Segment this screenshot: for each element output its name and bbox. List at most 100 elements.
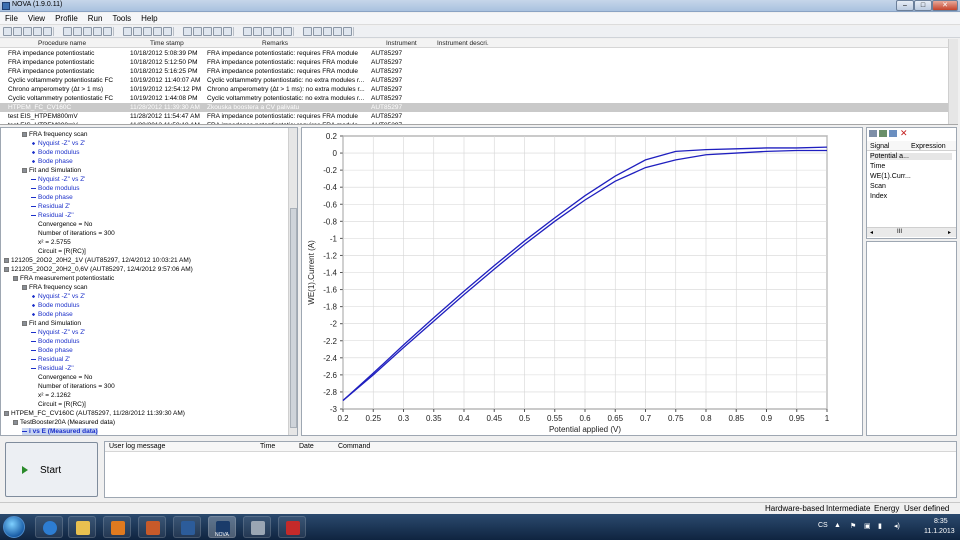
tree-item[interactable]: FRA measurement potentiostatic	[13, 275, 114, 283]
windows-start-orb[interactable]	[3, 516, 25, 538]
taskbar-explorer[interactable]	[68, 516, 96, 538]
col-instrument-description[interactable]: Instrument descri.	[437, 40, 489, 47]
taskbar-media-player[interactable]	[103, 516, 131, 538]
toolbar-button[interactable]	[253, 27, 262, 36]
table-row[interactable]: HTPEM_FC_CV160C 11/28/2012 11:39:30 AM Zko…	[0, 103, 948, 112]
toolbar-button[interactable]	[83, 27, 92, 36]
table-row[interactable]: FRA impedance potentiostatic 10/18/2012 5…	[0, 58, 948, 67]
tree-scrollbar[interactable]	[288, 128, 297, 435]
col-procedure-name[interactable]: Procedure name	[38, 40, 86, 47]
scroll-left-icon[interactable]: ◂	[870, 229, 873, 236]
toolbar-button[interactable]	[73, 27, 82, 36]
toolbar-button[interactable]	[323, 27, 332, 36]
menu-file[interactable]: File	[0, 13, 23, 25]
toolbar-button[interactable]	[303, 27, 312, 36]
close-button[interactable]: ✕	[932, 0, 958, 11]
col-time-stamp[interactable]: Time stamp	[150, 40, 184, 47]
tree-item[interactable]: Residual -Z''	[31, 212, 74, 220]
toolbar-button[interactable]	[163, 27, 172, 36]
tray-arrow-icon[interactable]: ▲	[834, 522, 841, 529]
taskbar-ie[interactable]	[35, 516, 63, 538]
taskbar-app-4[interactable]	[278, 516, 306, 538]
scroll-thumb[interactable]: III	[897, 229, 902, 235]
network-icon[interactable]: ▣	[864, 522, 871, 530]
toolbar-button[interactable]	[343, 27, 352, 36]
signal-item[interactable]: Index	[870, 193, 887, 200]
scroll-right-icon[interactable]: ▸	[948, 229, 951, 236]
toolbar-button[interactable]	[213, 27, 222, 36]
status-user-defined[interactable]: User defined	[904, 504, 949, 513]
signal-item[interactable]: Time	[870, 163, 885, 170]
tree-item[interactable]: Nyquist -Z'' vs Z'	[31, 176, 85, 184]
toolbar-button[interactable]	[183, 27, 192, 36]
tree-item[interactable]: Bode modulus	[31, 185, 80, 193]
tree-item[interactable]: Circuit = [R(RC)]	[31, 248, 86, 256]
toolbar-button[interactable]	[43, 27, 52, 36]
toolbar-button[interactable]	[13, 27, 22, 36]
menu-tools[interactable]: Tools	[107, 13, 136, 25]
toolbar-button[interactable]	[243, 27, 252, 36]
iv-chart[interactable]: 0.2 0 -0.2 -0.4 -0.6 -0.8 -1 -1.2 -1.4 -1.6 -1.8 -2…	[302, 128, 862, 435]
col-remarks[interactable]: Remarks	[262, 40, 288, 47]
tree-item[interactable]: Bode modulus	[31, 302, 80, 310]
menu-help[interactable]: Help	[136, 13, 162, 25]
tree-item[interactable]: x² = 2.1262	[31, 392, 71, 400]
toolbar-button[interactable]	[133, 27, 142, 36]
table-row[interactable]: FRA impedance potentiostatic 10/18/2012 5…	[0, 67, 948, 76]
tree-item[interactable]: Convergence = No	[31, 374, 92, 382]
tree-item[interactable]: Fit and Simulation	[22, 320, 81, 328]
toolbar-button[interactable]	[193, 27, 202, 36]
menu-profile[interactable]: Profile	[50, 13, 83, 25]
col-expression[interactable]: Expression	[911, 143, 946, 150]
clock-date[interactable]: 11.1.2013	[924, 528, 955, 535]
signal-item[interactable]: WE(1).Curr...	[870, 173, 911, 180]
tree-item[interactable]: Bode phase	[31, 158, 73, 166]
tree-item[interactable]: FRA frequency scan	[22, 131, 88, 139]
table-row[interactable]: Chrono amperometry (Δt > 1 ms) 10/19/2012…	[0, 85, 948, 94]
table-row[interactable]: test EIS_HTPEM800mV 11/28/2012 11:54:47 A…	[0, 112, 948, 121]
col-log-date[interactable]: Date	[299, 443, 314, 450]
tree-item[interactable]: 121205_20O2_20H2_0,6V (AUT85297, 12/4/20…	[4, 266, 193, 274]
tree-item[interactable]: Fit and Simulation	[22, 167, 81, 175]
tree-scroll-thumb[interactable]	[290, 208, 297, 428]
tree-item[interactable]: Nyquist -Z'' vs Z'	[31, 329, 85, 337]
toolbar-button[interactable]	[23, 27, 32, 36]
toolbar-button[interactable]	[263, 27, 272, 36]
start-button[interactable]: Start	[5, 442, 98, 497]
taskbar-app-2[interactable]	[173, 516, 201, 538]
menu-run[interactable]: Run	[83, 13, 108, 25]
tree-item[interactable]: Bode phase	[31, 347, 73, 355]
filter-icon[interactable]	[879, 130, 887, 137]
toolbar-button[interactable]	[3, 27, 12, 36]
toolbar-button[interactable]	[123, 27, 132, 36]
toolbar-button[interactable]	[33, 27, 42, 36]
tree-item[interactable]: Residual Z'	[31, 203, 70, 211]
tree-item[interactable]: Bode phase	[31, 311, 73, 319]
tree-item[interactable]: Bode modulus	[31, 338, 80, 346]
procedure-table-scrollbar[interactable]	[948, 39, 958, 124]
menu-view[interactable]: View	[23, 13, 50, 25]
col-signal[interactable]: Signal	[870, 143, 889, 150]
status-intermediate[interactable]: Intermediate	[826, 504, 870, 513]
delete-icon[interactable]: ✕	[900, 128, 908, 139]
signal-list-icon[interactable]	[869, 130, 877, 137]
taskbar-app-1[interactable]	[138, 516, 166, 538]
toolbar-button[interactable]	[203, 27, 212, 36]
status-energy[interactable]: Energy	[874, 504, 899, 513]
clock-time[interactable]: 8:35	[934, 518, 948, 525]
toolbar-button[interactable]	[93, 27, 102, 36]
language-indicator[interactable]: CS	[818, 522, 828, 529]
status-hardware-based[interactable]: Hardware-based	[765, 504, 824, 513]
table-row[interactable]: Cyclic voltammetry potentiostatic FC 10/1…	[0, 94, 948, 103]
toolbar-button[interactable]	[153, 27, 162, 36]
taskbar-app-3[interactable]	[243, 516, 271, 538]
tree-item[interactable]: Residual -Z''	[31, 365, 74, 373]
tree-item[interactable]: HTPEM_FC_CV160C (AUT85297, 11/28/2012 11…	[4, 410, 185, 418]
tree-item[interactable]: Residual Z'	[31, 356, 70, 364]
volume-icon[interactable]: ◂)	[894, 522, 900, 530]
tree-item[interactable]: 121205_20O2_20H2_1V (AUT85297, 12/4/2012…	[4, 257, 191, 265]
col-instrument[interactable]: Instrument	[386, 40, 417, 47]
tree-item[interactable]: Nyquist -Z'' vs Z'	[31, 293, 85, 301]
tree-item[interactable]: FRA frequency scan	[22, 284, 88, 292]
tree-item[interactable]: Nyquist -Z'' vs Z'	[31, 140, 85, 148]
